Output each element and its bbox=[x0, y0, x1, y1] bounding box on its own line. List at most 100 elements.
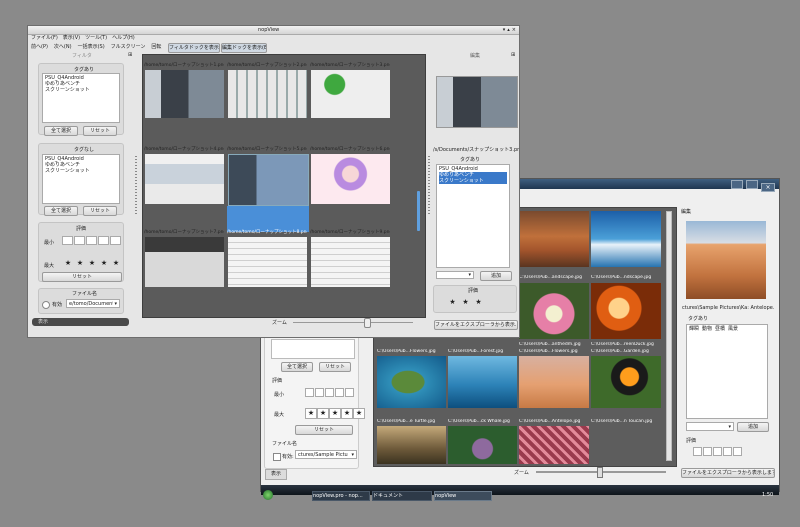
thumbnail[interactable] bbox=[145, 154, 224, 204]
rotate-button[interactable]: 回転 bbox=[151, 44, 161, 50]
prev-button[interactable]: 前へ(P) bbox=[31, 44, 48, 50]
thumbnail[interactable] bbox=[228, 237, 307, 287]
maximize-button[interactable]: ▴ bbox=[507, 27, 510, 33]
tag-item[interactable]: 輝瞬 bbox=[689, 326, 699, 332]
star-icon[interactable]: ★ bbox=[305, 408, 317, 419]
rating-boxes[interactable] bbox=[693, 447, 743, 456]
zoom-slider[interactable] bbox=[293, 322, 413, 323]
close-button[interactable]: × bbox=[761, 183, 775, 192]
tag-combobox[interactable]: ▾ bbox=[686, 422, 734, 431]
grid-scrollbar-handle[interactable] bbox=[417, 191, 420, 231]
thumbnail[interactable] bbox=[448, 426, 517, 464]
thumbnail[interactable] bbox=[311, 154, 390, 204]
star-icon[interactable]: ★ bbox=[341, 408, 353, 419]
splitter-handle[interactable] bbox=[135, 156, 137, 216]
open-in-explorer-button[interactable]: ファイルをエクスプローラから表示します。 bbox=[681, 468, 775, 478]
batch-view-button[interactable]: 一括表示(S) bbox=[78, 44, 105, 50]
bottom-tab[interactable]: 表示 bbox=[32, 318, 129, 326]
tag-item[interactable]: 風景 bbox=[728, 326, 738, 332]
thumbnail[interactable] bbox=[448, 356, 517, 408]
tag-add-button[interactable]: 追加 bbox=[480, 271, 512, 281]
start-button[interactable] bbox=[263, 490, 273, 500]
filename-path-combobox[interactable]: ctures/Sample Pictures ▾ bbox=[295, 450, 357, 459]
thumbnail[interactable] bbox=[377, 426, 446, 464]
max-rating-stars[interactable]: ★ ★ ★ ★ ★ bbox=[305, 408, 365, 419]
splitter-handle[interactable] bbox=[428, 156, 430, 216]
reset-button[interactable]: リセット bbox=[319, 362, 351, 372]
star-icon[interactable]: ★ bbox=[62, 259, 74, 268]
thumbnail[interactable] bbox=[519, 283, 589, 339]
untagged-list[interactable]: PSU_Q4Android ゆめりあベンチ スクリーンショット bbox=[42, 154, 120, 204]
min-rating-boxes[interactable] bbox=[62, 236, 122, 245]
rating-reset-button[interactable]: リセット bbox=[295, 425, 353, 435]
menu-view[interactable]: 表示(V) bbox=[63, 35, 80, 41]
select-all-button[interactable]: 全て選択 bbox=[44, 126, 78, 136]
tag-item[interactable]: 昼橋 bbox=[715, 326, 725, 332]
taskbar-item[interactable]: nopView bbox=[434, 491, 492, 501]
tag-list[interactable]: PSU_Q4Android ゆめりあベンチ スクリーンショット bbox=[436, 164, 510, 268]
filename-enable-checkbox[interactable] bbox=[42, 301, 50, 309]
minimize-button[interactable] bbox=[731, 180, 744, 189]
show-edit-dock-button[interactable]: 編集ドックを表示(E) bbox=[221, 43, 267, 53]
menu-tools[interactable]: ツール(T) bbox=[85, 35, 107, 41]
bottom-tab[interactable]: 表示 bbox=[265, 469, 287, 480]
zoom-slider-handle[interactable] bbox=[364, 318, 371, 328]
select-all-button[interactable]: 全て選択 bbox=[44, 206, 78, 216]
taskbar-item[interactable]: nopView.pro - nop... bbox=[312, 491, 370, 501]
grid-scrollbar[interactable] bbox=[666, 211, 672, 461]
rating-reset-button[interactable]: リセット bbox=[42, 272, 122, 282]
max-rating-stars[interactable]: ★ ★ ★ ★ ★ bbox=[62, 259, 122, 268]
tag-item[interactable]: 動物 bbox=[702, 326, 712, 332]
star-icon[interactable]: ★ bbox=[446, 298, 459, 307]
show-filter-dock-button[interactable]: フィルタドックを表示(F) bbox=[168, 43, 220, 53]
next-button[interactable]: 次へ(N) bbox=[54, 44, 72, 50]
tag-add-button[interactable]: 追加 bbox=[737, 422, 769, 432]
list-item[interactable]: スクリーンショット bbox=[45, 87, 117, 93]
select-all-button[interactable]: 全て選択 bbox=[281, 362, 313, 372]
star-icon[interactable]: ★ bbox=[459, 298, 472, 307]
thumbnail[interactable] bbox=[311, 237, 390, 287]
thumbnail[interactable] bbox=[145, 70, 224, 118]
star-icon[interactable]: ★ bbox=[329, 408, 341, 419]
maximize-button[interactable] bbox=[746, 180, 759, 189]
dock-float-icon[interactable]: ⊞ bbox=[511, 52, 515, 58]
star-icon[interactable]: ★ bbox=[353, 408, 365, 419]
menu-file[interactable]: ファイル(F) bbox=[31, 35, 58, 41]
tagged-list[interactable]: PSU_Q4Android ゆめりあベンチ スクリーンショット bbox=[42, 73, 120, 123]
thumbnail[interactable] bbox=[228, 154, 309, 206]
close-button[interactable]: × bbox=[512, 27, 516, 33]
fullscreen-button[interactable]: フルスクリーン bbox=[111, 44, 146, 50]
filename-path-combobox[interactable]: e/tomo/Documents ▾ bbox=[66, 299, 120, 308]
thumbnail[interactable] bbox=[311, 70, 390, 118]
menu-help[interactable]: ヘルプ(H) bbox=[112, 35, 135, 41]
tag-list-blank[interactable] bbox=[271, 339, 355, 359]
star-icon[interactable]: ★ bbox=[74, 259, 86, 268]
thumbnail[interactable] bbox=[228, 70, 307, 118]
taskbar-item[interactable]: ドキュメント bbox=[372, 491, 432, 501]
star-icon[interactable]: ★ bbox=[317, 408, 329, 419]
tag-combobox[interactable]: ▾ bbox=[436, 271, 474, 279]
thumbnail[interactable] bbox=[591, 211, 661, 267]
star-icon[interactable]: ★ bbox=[110, 259, 122, 268]
filename-enable-checkbox[interactable] bbox=[273, 453, 281, 461]
reset-button[interactable]: リセット bbox=[83, 206, 117, 216]
thumbnail[interactable] bbox=[519, 356, 589, 408]
minimize-button[interactable]: ▾ bbox=[503, 27, 506, 33]
reset-button[interactable]: リセット bbox=[83, 126, 117, 136]
tag-list[interactable]: 輝瞬 動物 昼橋 風景 bbox=[686, 324, 768, 419]
star-icon[interactable]: ★ bbox=[472, 298, 485, 307]
thumbnail[interactable] bbox=[591, 283, 661, 339]
zoom-slider-handle[interactable] bbox=[597, 467, 603, 478]
tag-item[interactable]: スクリーンショット bbox=[439, 178, 507, 184]
list-item[interactable]: スクリーンショット bbox=[45, 168, 117, 174]
star-icon[interactable]: ★ bbox=[86, 259, 98, 268]
min-rating-boxes[interactable] bbox=[305, 388, 355, 397]
rating-stars[interactable]: ★ ★ ★ bbox=[446, 298, 485, 307]
thumbnail[interactable] bbox=[591, 356, 661, 408]
thumbnail[interactable] bbox=[519, 211, 589, 267]
open-in-explorer-button[interactable]: ファイルをエクスプローラから表示... bbox=[434, 320, 518, 330]
dock-float-icon[interactable]: ⊞ bbox=[128, 52, 132, 58]
thumbnail[interactable] bbox=[377, 356, 446, 408]
thumbnail[interactable] bbox=[519, 426, 589, 464]
star-icon[interactable]: ★ bbox=[98, 259, 110, 268]
